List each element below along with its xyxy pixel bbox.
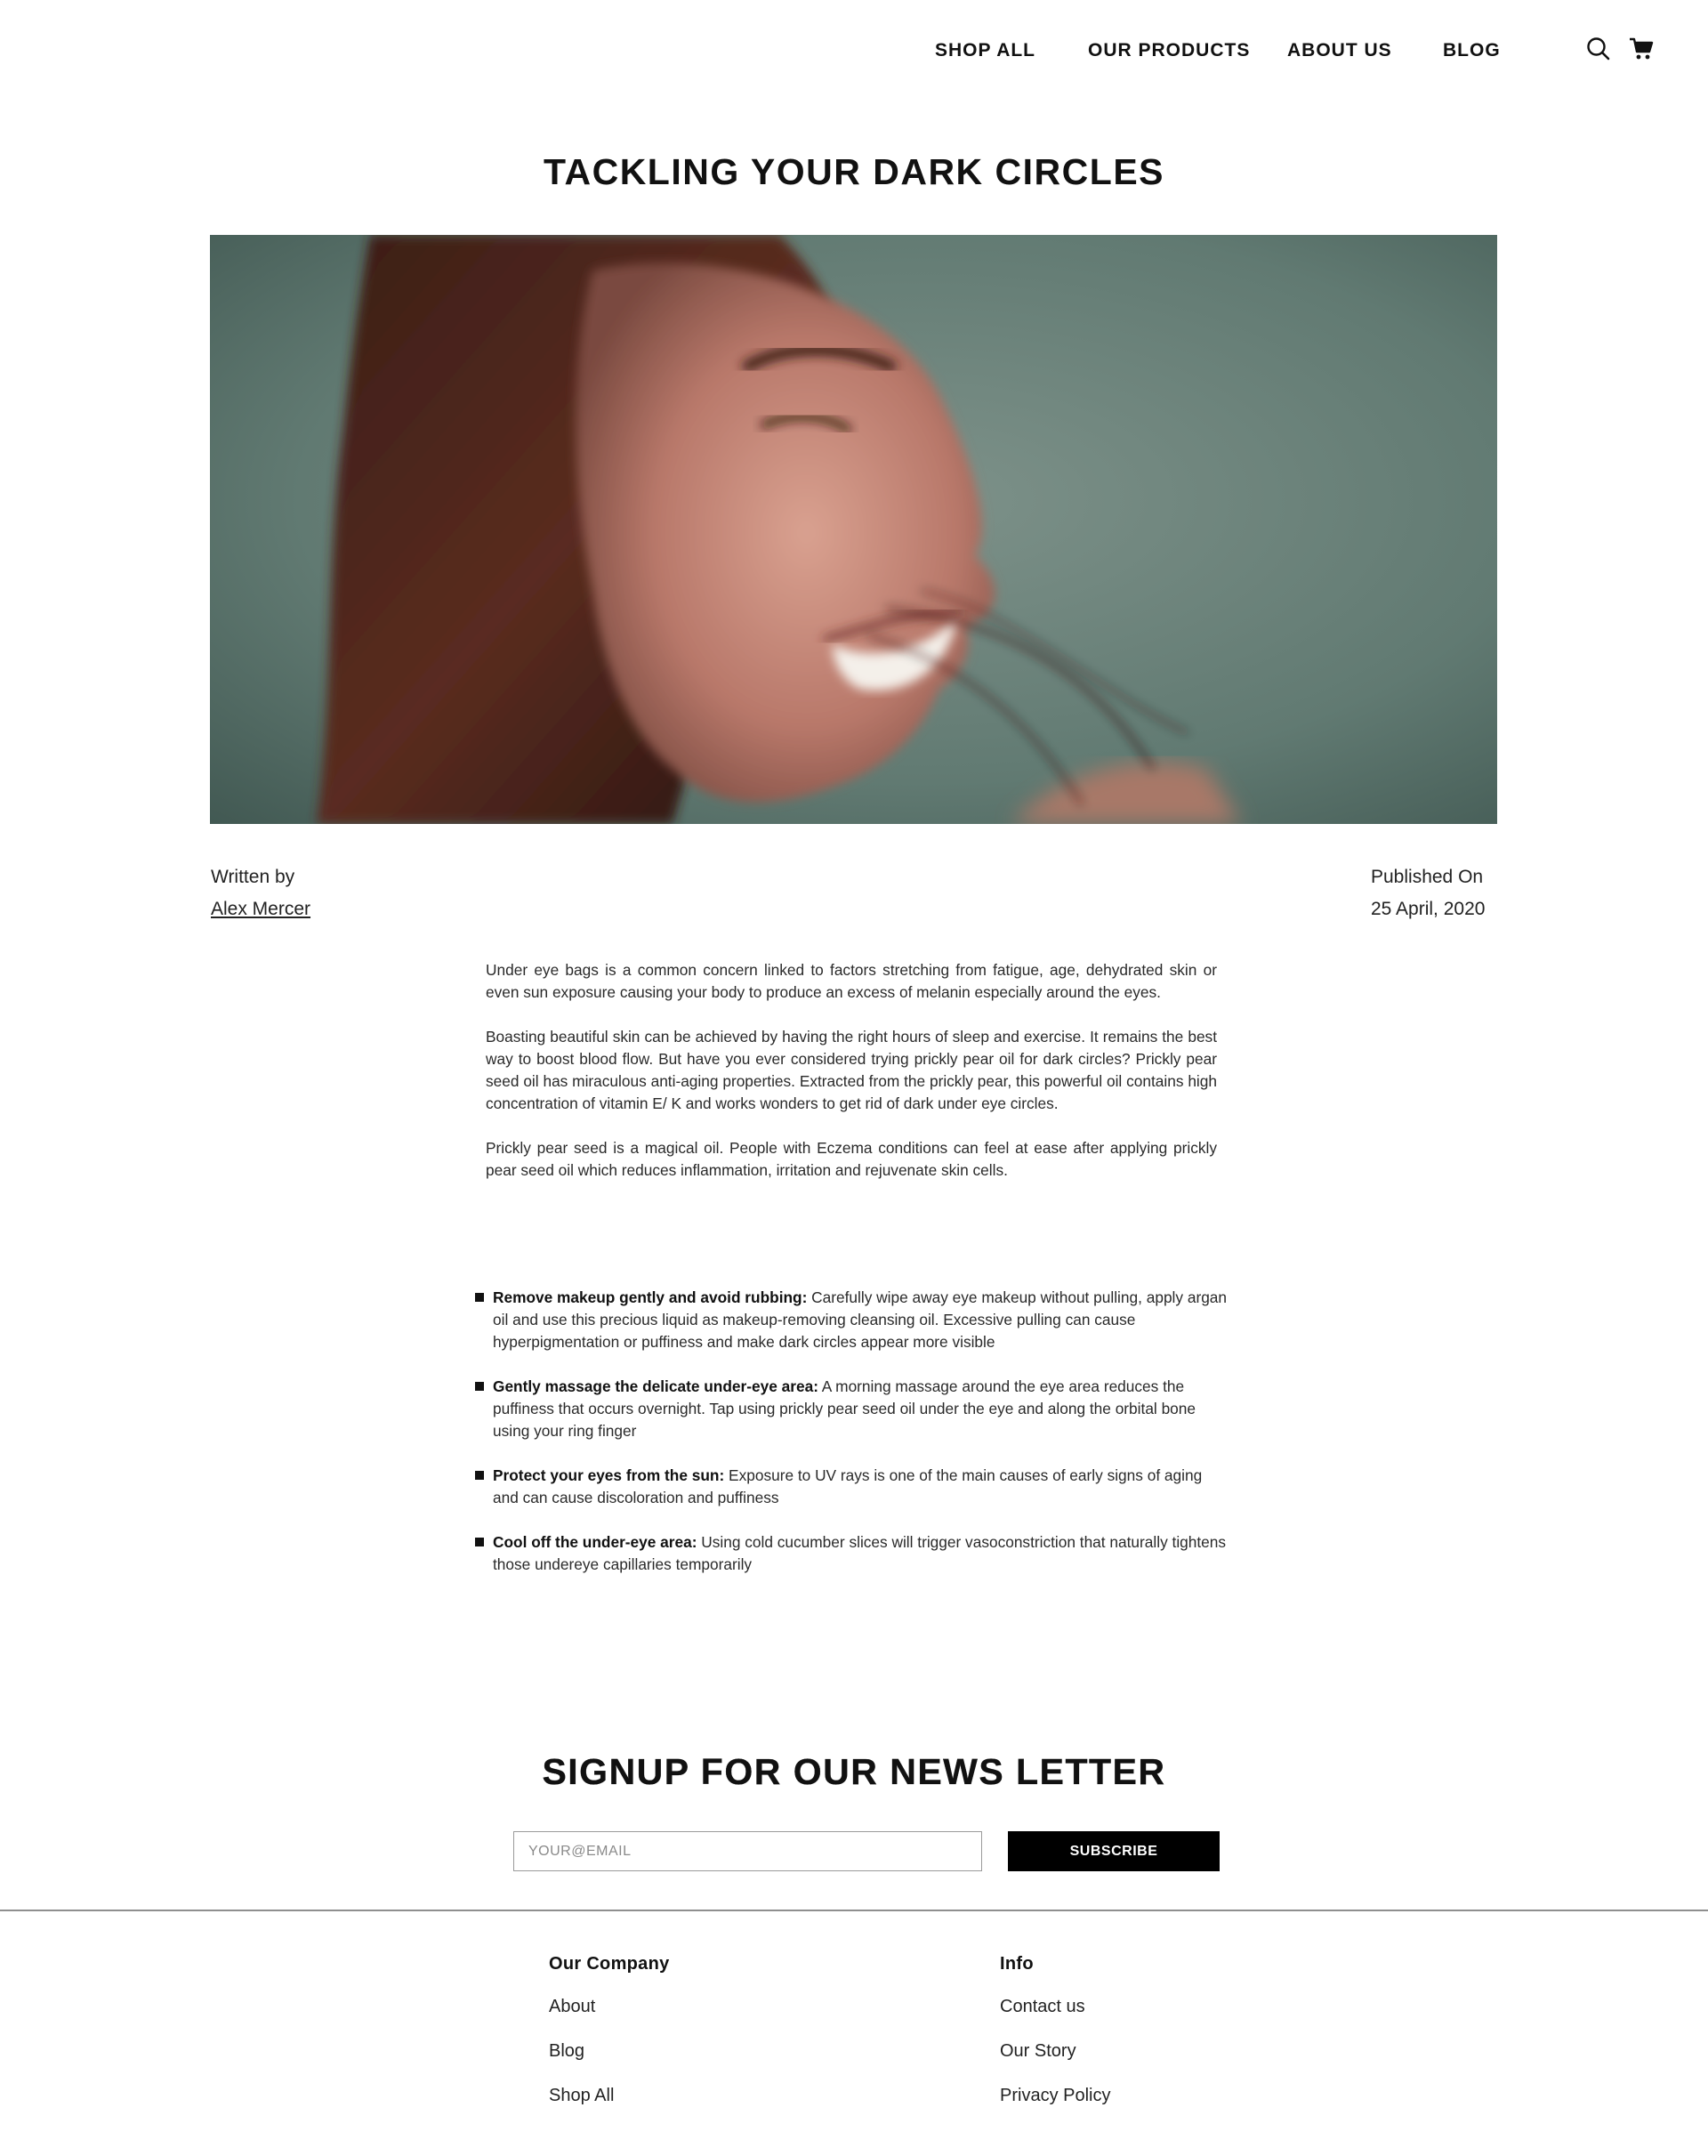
article-paragraph: Under eye bags is a common concern linke… <box>486 961 1217 1001</box>
footer-info-column: Info Contact us Our Story Privacy Policy <box>1000 1954 1110 2128</box>
footer-link-privacy-policy[interactable]: Privacy Policy <box>1000 2083 1110 2108</box>
tip-item: Gently massage the delicate under-eye ar… <box>475 1376 1231 1442</box>
email-input[interactable] <box>513 1831 982 1871</box>
tip-item: Remove makeup gently and avoid rubbing: … <box>475 1287 1231 1353</box>
cart-icon[interactable] <box>1628 36 1655 62</box>
author-meta: Written by Alex Mercer <box>211 861 310 925</box>
site-header: SHOP ALL OUR PRODUCTS ABOUT US BLOG <box>0 0 1708 102</box>
hero-image <box>210 235 1497 824</box>
tip-item: Protect your eyes from the sun: Exposure… <box>475 1465 1231 1509</box>
square-bullet-icon <box>475 1471 484 1480</box>
newsletter-title: SIGNUP FOR OUR NEWS LETTER <box>0 1751 1708 1793</box>
tip-item: Cool off the under-eye area: Using cold … <box>475 1531 1231 1576</box>
article-paragraph: Boasting beautiful skin can be achieved … <box>486 1028 1217 1112</box>
footer-link-blog[interactable]: Blog <box>549 2039 670 2063</box>
published-date: 25 April, 2020 <box>1371 899 1486 919</box>
tip-heading: Protect your eyes from the sun: <box>493 1466 725 1484</box>
published-meta: Published On 25 April, 2020 <box>1371 861 1485 925</box>
square-bullet-icon <box>475 1538 484 1546</box>
written-by-label: Written by <box>211 867 295 887</box>
square-bullet-icon <box>475 1293 484 1302</box>
subscribe-button[interactable]: SUBSCRIBE <box>1008 1831 1220 1871</box>
footer-link-contact-us[interactable]: Contact us <box>1000 1994 1110 2019</box>
footer-divider <box>0 1910 1708 1911</box>
footer-info-heading: Info <box>1000 1954 1034 1974</box>
nav-about-us[interactable]: ABOUT US <box>1287 40 1392 61</box>
footer-link-shop-all[interactable]: Shop All <box>549 2083 670 2108</box>
nav-blog[interactable]: BLOG <box>1443 40 1501 61</box>
nav-shop-all[interactable]: SHOP ALL <box>935 40 1035 61</box>
article-body: Under eye bags is a common concern linke… <box>486 959 1217 1204</box>
footer-company-column: Our Company About Blog Shop All <box>549 1954 670 2128</box>
footer-link-about[interactable]: About <box>549 1994 670 2019</box>
newsletter-title-text: SIGNUP FOR OUR NEWS LETTER <box>542 1751 1166 1792</box>
nav-our-products[interactable]: OUR PRODUCTS <box>1088 40 1250 61</box>
author-link[interactable]: Alex Mercer <box>211 899 310 919</box>
article-title: TACKLING YOUR DARK CIRCLES <box>543 151 1165 192</box>
square-bullet-icon <box>475 1382 484 1391</box>
tip-heading: Remove makeup gently and avoid rubbing: <box>493 1288 808 1306</box>
published-label: Published On <box>1371 867 1484 887</box>
footer-company-heading: Our Company <box>549 1954 670 1974</box>
tip-heading: Gently massage the delicate under-eye ar… <box>493 1377 818 1395</box>
footer-link-our-story[interactable]: Our Story <box>1000 2039 1110 2063</box>
tip-heading: Cool off the under-eye area: <box>493 1533 697 1551</box>
search-icon[interactable] <box>1585 36 1612 62</box>
article-paragraph: Prickly pear seed is a magical oil. Peop… <box>486 1139 1217 1179</box>
tips-list: Remove makeup gently and avoid rubbing: … <box>475 1287 1231 1598</box>
